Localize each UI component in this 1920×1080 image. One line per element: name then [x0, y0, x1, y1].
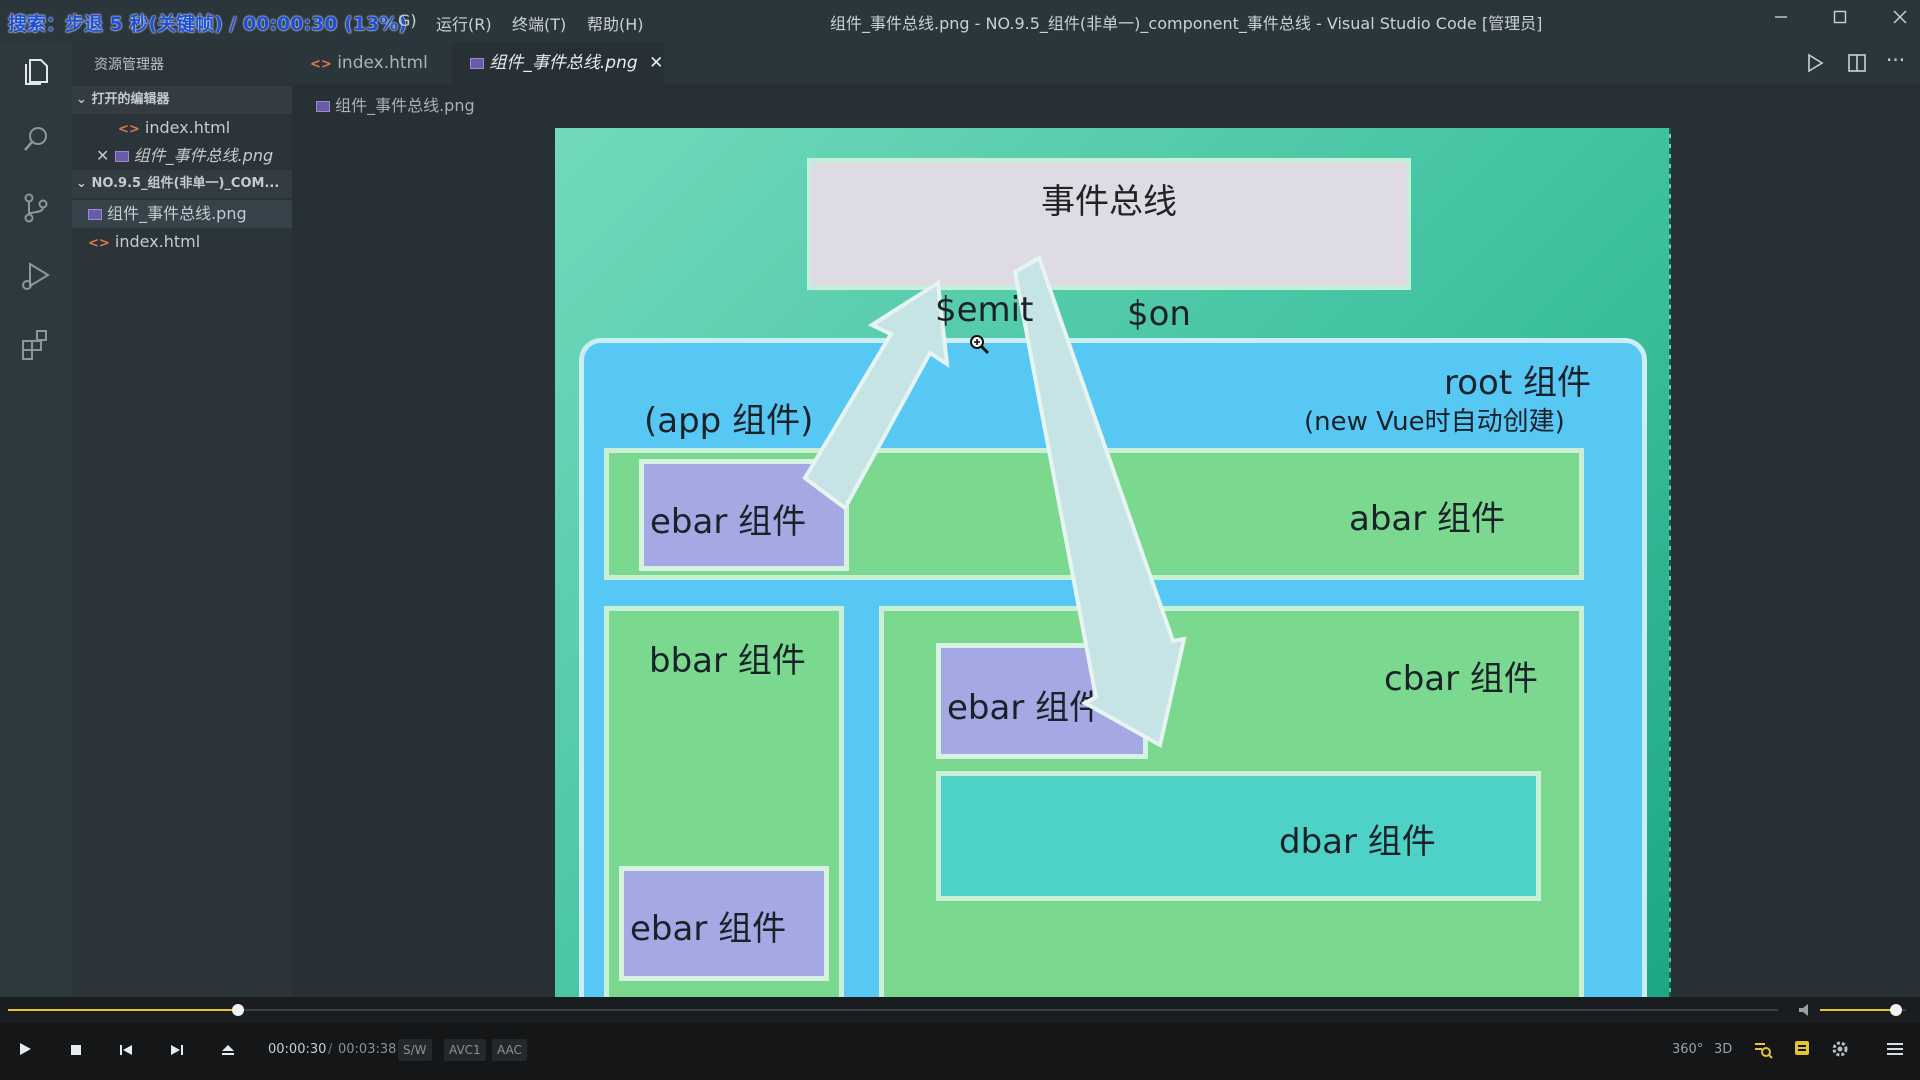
emit-label: $emit: [935, 290, 1034, 330]
stop-icon[interactable]: [63, 1039, 89, 1065]
tab-label: 组件_事件总线.png: [489, 53, 638, 73]
menu-icon[interactable]: [1882, 1039, 1908, 1065]
open-editors-title: 打开的编辑器: [91, 92, 170, 107]
chevron-down-icon: ⌄: [76, 176, 87, 191]
open-editors-section[interactable]: ⌄ 打开的编辑器: [72, 86, 292, 114]
total-time: 00:03:38: [338, 1042, 397, 1057]
zoom-cursor-icon: [969, 334, 991, 360]
seek-handle[interactable]: [232, 1004, 245, 1016]
source-control-icon[interactable]: [18, 190, 54, 226]
file-item[interactable]: <> index.html: [72, 228, 292, 256]
vr360-toggle[interactable]: 360°: [1672, 1042, 1703, 1057]
next-icon[interactable]: [164, 1039, 190, 1065]
search-icon[interactable]: [18, 122, 54, 158]
badge-audio-codec[interactable]: AAC: [492, 1039, 527, 1061]
files-icon[interactable]: [18, 54, 54, 90]
previous-icon[interactable]: [113, 1039, 139, 1065]
close-icon[interactable]: [1880, 6, 1920, 34]
split-editor-icon[interactable]: [1846, 52, 1868, 79]
volume-level: [1820, 1009, 1896, 1011]
time-separator: /: [328, 1042, 333, 1057]
on-label: $on: [1127, 294, 1191, 334]
tab-label: index.html: [337, 53, 428, 73]
playlist-search-icon[interactable]: [1750, 1039, 1776, 1065]
seek-track[interactable]: [8, 1004, 1778, 1016]
volume-handle[interactable]: [1889, 1004, 1902, 1016]
emit-arrow: [802, 279, 950, 511]
image-file-icon: [470, 57, 484, 69]
eject-icon[interactable]: [215, 1039, 241, 1065]
volume-icon[interactable]: [1797, 1001, 1815, 1023]
player-controls: 00:00:30 / 00:03:38 S/W AVC1 AAC 360° 3D: [0, 1023, 1920, 1080]
menu-item-terminal[interactable]: 终端(T): [512, 11, 566, 35]
3d-toggle[interactable]: 3D: [1714, 1042, 1732, 1057]
event-arrows: [802, 255, 1187, 749]
tab-image-active[interactable]: 组件_事件总线.png ✕: [452, 42, 664, 84]
player-seekbar[interactable]: [0, 997, 1920, 1023]
image-file-icon: [88, 209, 102, 220]
explorer-sidebar: 资源管理器 ⌄ 打开的编辑器 <> index.html ✕ 组件_事件总线.p…: [72, 42, 292, 997]
seek-progress: [8, 1009, 239, 1011]
window-title: 组件_事件总线.png - NO.9.5_组件(非单一)_component_事…: [830, 14, 1543, 33]
close-tab-icon[interactable]: ✕: [649, 53, 663, 73]
subtitle-icon[interactable]: [1789, 1039, 1815, 1065]
activity-bar: [0, 42, 72, 997]
settings-gear-icon[interactable]: [1827, 1039, 1853, 1065]
maximize-icon[interactable]: [1820, 6, 1860, 34]
explorer-title: 资源管理器: [94, 57, 164, 73]
open-editor-label: index.html: [144, 118, 231, 137]
volume-slider[interactable]: [1820, 1004, 1906, 1016]
badge-video-codec[interactable]: AVC1: [444, 1039, 486, 1061]
html-file-icon: <>: [310, 57, 332, 72]
breadcrumb[interactable]: 组件_事件总线.png: [316, 92, 475, 116]
player-osd-message: 搜索：步退 5 秒(关键帧) / 00:00:30 (13%): [8, 13, 407, 35]
html-file-icon: <>: [88, 236, 110, 251]
play-icon[interactable]: [12, 1039, 38, 1065]
menu-item-help[interactable]: 帮助(H): [587, 11, 644, 35]
open-editor-item[interactable]: <> index.html: [72, 114, 292, 142]
project-folder-title: NO.9.5_组件(非单一)_COM...: [91, 176, 280, 191]
current-time: 00:00:30: [268, 1042, 327, 1057]
tab-index-html[interactable]: <> index.html: [292, 42, 452, 84]
file-item-selected[interactable]: 组件_事件总线.png: [72, 200, 292, 228]
project-folder-section[interactable]: ⌄ NO.9.5_组件(非单一)_COM...: [72, 170, 292, 198]
menu-item-run[interactable]: 运行(R): [436, 11, 492, 35]
chevron-down-icon: ⌄: [76, 92, 87, 107]
close-editor-icon[interactable]: ✕: [96, 146, 109, 165]
image-file-icon: [114, 151, 129, 162]
title-bar: 搜索：步退 5 秒(关键帧) / 00:00:30 (13%) G) 运行(R)…: [0, 0, 1920, 42]
run-debug-icon[interactable]: [18, 258, 54, 294]
minimize-icon[interactable]: [1761, 6, 1801, 34]
image-preview[interactable]: 事件总线 root 组件 (new Vue时自动创建) (app 组件) eba…: [555, 128, 1671, 998]
open-editor-item-active[interactable]: ✕ 组件_事件总线.png: [72, 142, 292, 170]
image-file-icon: [316, 101, 330, 112]
run-icon[interactable]: [1804, 52, 1826, 79]
file-label: index.html: [114, 232, 201, 251]
html-file-icon: <>: [118, 122, 140, 137]
file-label: 组件_事件总线.png: [107, 204, 247, 223]
more-actions-icon[interactable]: ···: [1886, 48, 1905, 72]
open-editor-label: 组件_事件总线.png: [133, 146, 274, 165]
extensions-icon[interactable]: [18, 326, 54, 362]
breadcrumb-label: 组件_事件总线.png: [335, 96, 475, 115]
editor-tabs: <> index.html 组件_事件总线.png ✕ ···: [292, 42, 1920, 84]
badge-sw[interactable]: S/W: [398, 1039, 432, 1061]
menu-item-partial[interactable]: G): [398, 11, 417, 30]
